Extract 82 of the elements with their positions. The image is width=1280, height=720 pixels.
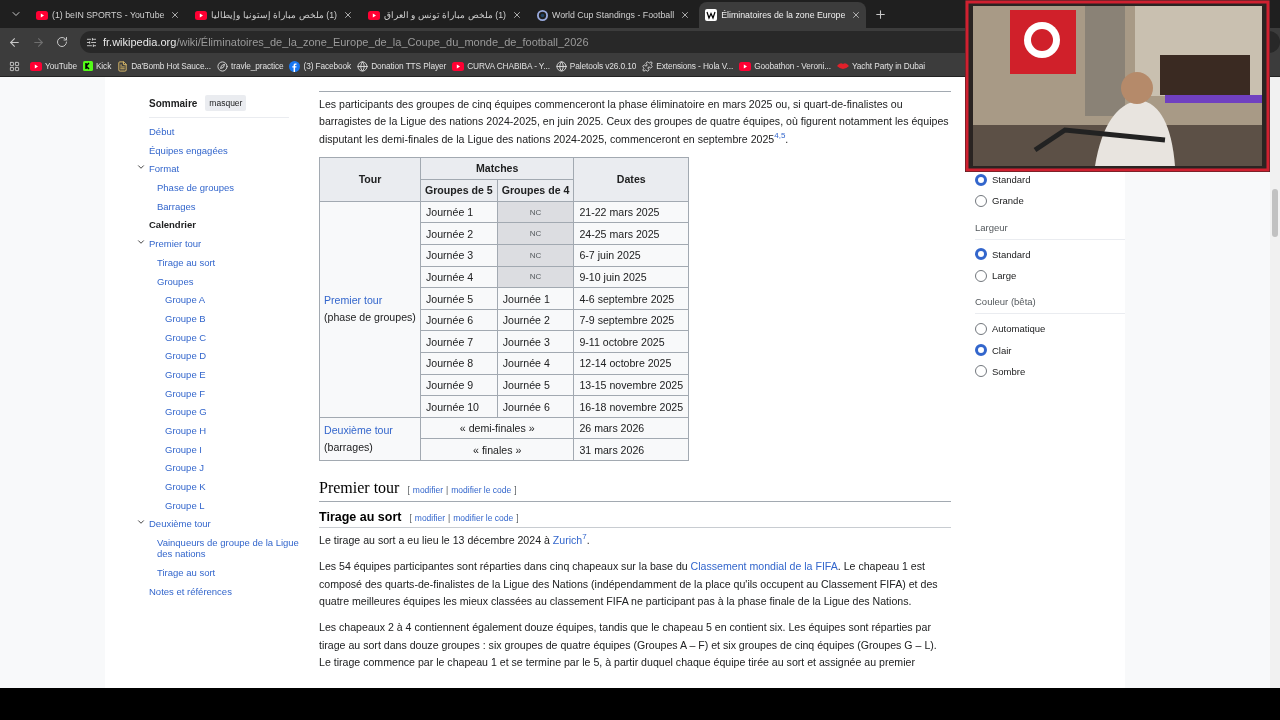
tab-title: (1) ملخص مباراة إستونيا وإيطاليا xyxy=(211,10,338,20)
column-header: Matches xyxy=(420,157,574,180)
bookmark[interactable]: Goobathon - Veroni... xyxy=(739,61,831,71)
browser-tab[interactable]: (1) ملخص مباراة إستونيا وإيطاليا xyxy=(189,2,359,28)
edit-link[interactable]: modifier le code xyxy=(453,513,514,523)
bookmark[interactable]: (3) Facebook xyxy=(289,60,352,72)
body-paragraph: Le tirage au sort a eu lieu le 13 décembre 2024 à Zurich$^{7}$. xyxy=(319,532,591,548)
toc-link[interactable]: Groupe I xyxy=(149,439,300,459)
hide-button[interactable]: masquer xyxy=(205,95,247,111)
bracket: [ xyxy=(409,513,412,523)
separator: | xyxy=(446,485,449,495)
bookmark[interactable]: Extensions - Hola V... xyxy=(642,60,734,72)
footnote-link[interactable]: 7 xyxy=(582,532,587,542)
toc-link[interactable]: Groupe L xyxy=(149,495,300,515)
toc-link[interactable]: Phase de groupes xyxy=(149,178,300,197)
bookmark[interactable]: Kick xyxy=(82,61,112,71)
browser-tab[interactable]: (1) ملخص مباراة تونس و العراق xyxy=(362,2,528,28)
radio-option[interactable]: Clair xyxy=(975,339,1125,361)
toc-link[interactable]: Groupe K xyxy=(149,477,300,496)
toc-link[interactable]: Groupe J xyxy=(149,458,300,478)
edit-link[interactable]: modifier xyxy=(412,485,444,495)
toc-link[interactable]: Groupe E xyxy=(149,364,300,384)
toc-link[interactable]: Groupe H xyxy=(149,421,300,440)
toc-link[interactable]: Calendrier xyxy=(149,215,300,235)
edit-link[interactable]: modifier le code xyxy=(451,485,512,495)
column-header: Tour xyxy=(319,157,421,202)
toc-link[interactable]: Tirage au sort xyxy=(149,252,300,272)
separator: | xyxy=(448,513,451,523)
tour-note: (barrages) xyxy=(324,439,374,455)
tab-title: (1) ملخص مباراة تونس و العراق xyxy=(384,10,507,20)
toc-link[interactable]: Premier tour xyxy=(149,234,300,253)
section-heading: Premier tour xyxy=(319,479,400,497)
bracket: [ xyxy=(407,485,410,495)
toc-link[interactable]: Groupe A xyxy=(149,290,300,309)
toc-link[interactable]: Barrages xyxy=(149,196,300,216)
radio-option[interactable]: Large xyxy=(975,264,1125,287)
body-paragraph: Les 54 équipes participantes sont réparties dans cinq chapeaux sur la base du Classement mondial de la FIFA. Le chapeau 1 est composé des quarts-de-finalistes de la Ligue des Nations (indépendamment de la place qu'ils occupent au Classement FIFA) et des quatre meilleures équipes les mieux classées au classement FIFA ne participant pas à la phase finale de la Ligue des Nations. xyxy=(319,559,939,609)
tour-link[interactable]: Deuxième tour xyxy=(324,423,393,436)
browser-tab[interactable]: World Cup Standings - Football xyxy=(531,2,696,28)
tour-link[interactable]: Premier tour xyxy=(324,294,383,307)
bookmark[interactable]: YouTube xyxy=(30,61,77,71)
subsection-heading: Tirage au sort xyxy=(319,510,402,524)
column-header: Dates xyxy=(573,157,689,202)
tour-note: (phase de groupes) xyxy=(324,310,416,326)
toc-link[interactable]: Groupes xyxy=(149,271,300,291)
radio-option[interactable]: Sombre xyxy=(975,360,1125,383)
bracket: ] xyxy=(516,513,519,523)
radio-option[interactable]: Automatique xyxy=(975,318,1125,340)
article-link[interactable]: Zurich xyxy=(552,534,583,546)
tab-title: Éliminatoires de la zone Europe xyxy=(721,10,846,20)
article-link[interactable]: Classement mondial de la FIFA xyxy=(690,560,838,573)
body-paragraph: Les chapeaux 2 à 4 contiennent également douze équipes, tandis que le chapeau 5 en contient six. Les équipes sont réparties par tirage au sort dans douze groupes : six groupes de quatre équipes (Groupes A – F) et six groupes de cinq équipes (Groupes G – L). Le tirage commence par le chapeau 1 et se termine par le 5, à partir duquel chaque équipe tirée au sort et assignée au premier xyxy=(319,620,938,670)
toc-link[interactable]: Vainqueurs de groupe de la Ligue des nations xyxy=(149,533,300,563)
radio-option[interactable]: Standard xyxy=(975,243,1125,265)
bookmark[interactable]: Yacht Party in Dubai xyxy=(836,61,925,71)
toc-link[interactable]: Deuxième tour xyxy=(149,514,300,534)
bookmark[interactable]: travle_practice xyxy=(217,60,284,72)
body-paragraph: Les participants des groupes de cinq équipes commenceront la phase éliminatoire en mars 2025 ou, si quart-de-finalistes ou barragistes de la Ligue des nations 2024-2025, en juin 2025. Ceux des groupes de quatre équipes, où figurent notamment les équipes disputant les demi-finales de la Ligue des nations 2024-2025, commenceront en septembre 2025$^{4,5}$. xyxy=(319,97,950,147)
browser-tab[interactable]: Éliminatoires de la zone Europe xyxy=(699,2,867,28)
bookmark[interactable]: Donation TTS Player xyxy=(357,60,447,72)
radio-option[interactable]: Grande xyxy=(975,190,1125,212)
tab-title: (1) beIN SPORTS - YouTube xyxy=(52,10,165,20)
bookmark[interactable]: Da'Bomb Hot Sauce... xyxy=(117,60,211,72)
toc-link[interactable]: Format xyxy=(149,159,300,179)
toc-link[interactable]: Groupe D xyxy=(149,346,300,365)
toc-title: Sommaire xyxy=(149,97,198,109)
bracket: ] xyxy=(514,485,517,495)
bookmark[interactable]: Paletools v26.0.10 xyxy=(555,60,637,72)
toc-link[interactable]: Groupe G xyxy=(149,402,300,421)
footnote-link[interactable]: 4,5 xyxy=(774,131,786,141)
radio-option[interactable]: Standard xyxy=(975,169,1125,191)
toc-link[interactable]: Tirage au sort xyxy=(149,562,300,582)
toc-link[interactable]: Groupe B xyxy=(149,308,300,328)
toc-link[interactable]: Début xyxy=(149,122,300,141)
tab-title: World Cup Standings - Football xyxy=(552,10,675,20)
edit-link[interactable]: modifier xyxy=(414,513,446,523)
bookmark[interactable]: CURVA CHABIBA - Y... xyxy=(452,61,550,71)
toc-link[interactable]: Équipes engagées xyxy=(149,140,300,160)
toc-link[interactable]: Notes et références xyxy=(149,581,300,601)
toc-link[interactable]: Groupe C xyxy=(149,327,300,347)
toc-link[interactable]: Groupe F xyxy=(149,383,300,403)
browser-tab[interactable]: (1) beIN SPORTS - YouTube xyxy=(30,2,186,28)
